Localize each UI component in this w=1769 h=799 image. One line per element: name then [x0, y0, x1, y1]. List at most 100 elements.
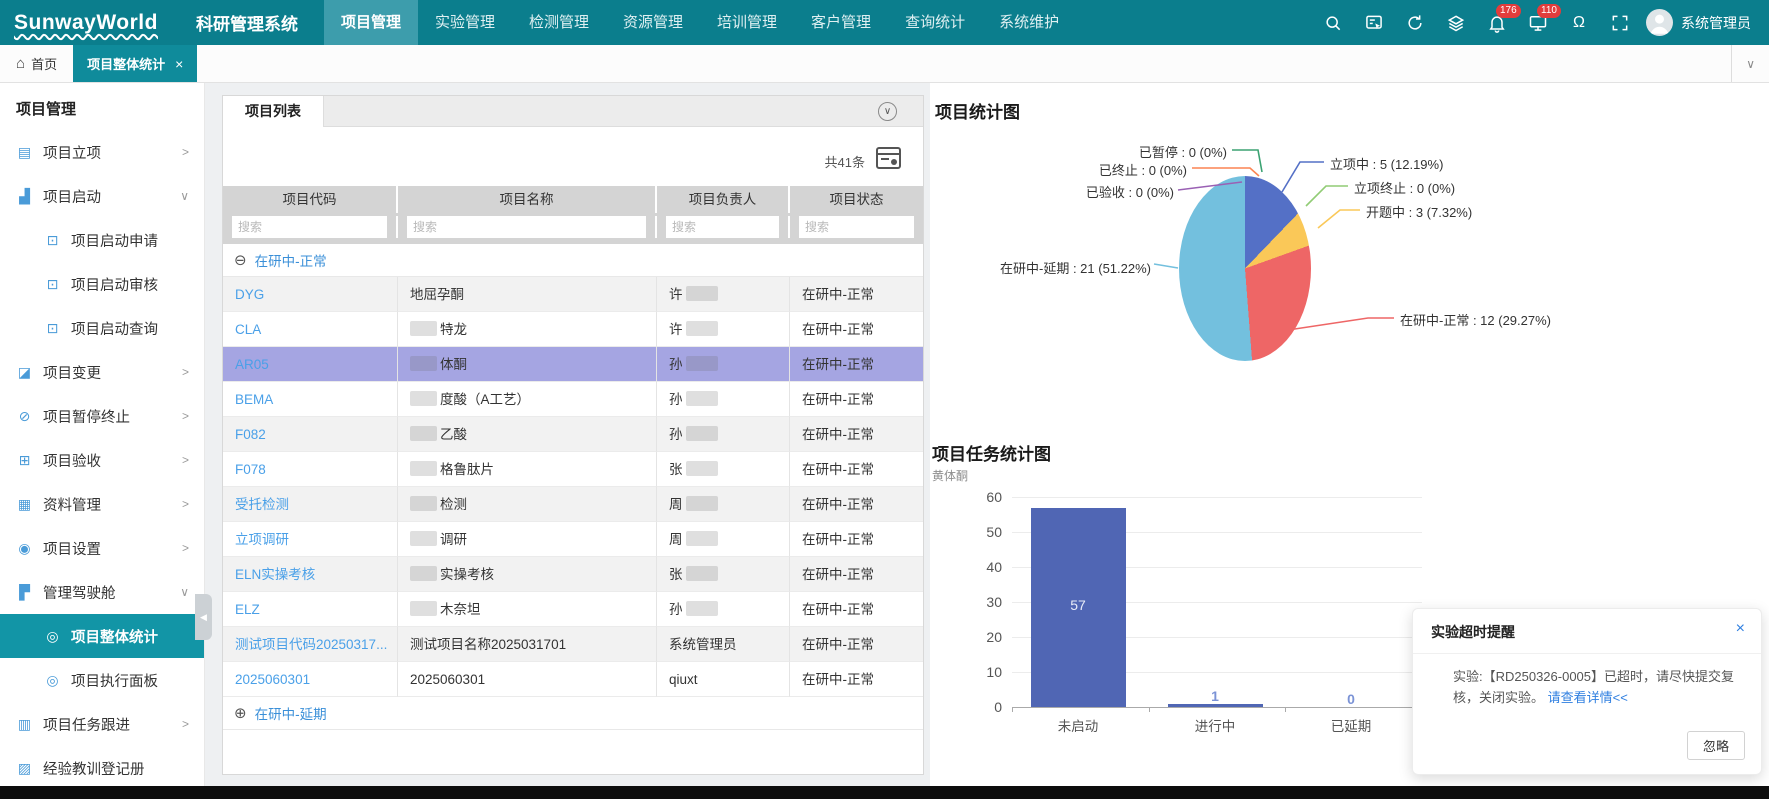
search-input-项目代码[interactable]: [232, 216, 387, 238]
project-owner: 系统管理员: [657, 627, 790, 662]
tab-close-icon[interactable]: ×: [175, 56, 183, 72]
bell-icon[interactable]: 176: [1487, 13, 1507, 33]
table-row-F078[interactable]: F078格鲁肽片张在研中-正常: [223, 452, 923, 487]
popup-close-icon[interactable]: ×: [1736, 620, 1745, 638]
bell-badge: 176: [1496, 4, 1521, 18]
table-row-受托检测[interactable]: 受托检测检测周在研中-正常: [223, 487, 923, 522]
sidebar-item-项目变更[interactable]: ◪项目变更>: [0, 350, 204, 394]
fullscreen-icon[interactable]: [1610, 13, 1630, 33]
project-code-link[interactable]: 测试项目代码20250317...: [223, 627, 398, 662]
search-input-项目状态[interactable]: [799, 216, 914, 238]
expand-group-icon[interactable]: ⊕: [234, 704, 247, 722]
sidebar-item-项目任务跟进[interactable]: ▥项目任务跟进>: [0, 702, 204, 746]
bar-chart-title: 项目任务统计图: [932, 440, 1051, 465]
sidebar-header: 项目管理: [0, 83, 204, 130]
nav-item-实验管理[interactable]: 实验管理: [418, 0, 512, 45]
nav-item-项目管理[interactable]: 项目管理: [324, 0, 418, 45]
sidebar-item-项目启动查询[interactable]: ⊡项目启动查询: [0, 306, 204, 350]
sidebar-collapse-handle[interactable]: ◀: [195, 594, 212, 640]
project-name: 度酸（A工艺）: [398, 382, 657, 417]
nav-item-客户管理[interactable]: 客户管理: [794, 0, 888, 45]
table-row-BEMA[interactable]: BEMA度酸（A工艺）孙在研中-正常: [223, 382, 923, 417]
table-row-DYG[interactable]: DYG地屈孕酮许在研中-正常: [223, 277, 923, 312]
project-table: 项目代码项目名称项目负责人项目状态 ⊖ 在研中-正常 DYG地屈孕酮许在研中-正…: [223, 186, 923, 730]
sidebar-item-经验教训登记册[interactable]: ▨经验教训登记册: [0, 746, 204, 786]
table-row-ELN实操考核[interactable]: ELN实操考核实操考核张在研中-正常: [223, 557, 923, 592]
monitor-icon[interactable]: 110: [1528, 13, 1548, 33]
table-row-2025060301[interactable]: 20250603012025060301qiuxt在研中-正常: [223, 662, 923, 697]
sidebar-item-项目设置[interactable]: ◉项目设置>: [0, 526, 204, 570]
collapse-group-icon[interactable]: ⊖: [234, 251, 247, 269]
nav-item-资源管理[interactable]: 资源管理: [606, 0, 700, 45]
user-box[interactable]: 系统管理员: [1646, 9, 1751, 36]
sidebar-item-项目启动[interactable]: ▟项目启动∨: [0, 174, 204, 218]
column-header-项目名称[interactable]: 项目名称: [398, 186, 657, 213]
redaction-block: [686, 356, 718, 371]
refresh-icon[interactable]: [1405, 13, 1425, 33]
project-code-link[interactable]: BEMA: [223, 382, 398, 417]
table-row-AR05[interactable]: AR05体酮孙在研中-正常: [223, 347, 923, 382]
column-header-项目状态[interactable]: 项目状态: [790, 186, 923, 213]
project-code-link[interactable]: AR05: [223, 347, 398, 382]
column-header-项目负责人[interactable]: 项目负责人: [657, 186, 790, 213]
nav-item-检测管理[interactable]: 检测管理: [512, 0, 606, 45]
project-code-link[interactable]: 受托检测: [223, 487, 398, 522]
home-icon: ⌂: [16, 55, 25, 72]
project-code-link[interactable]: F078: [223, 452, 398, 487]
project-code-link[interactable]: ELN实操考核: [223, 557, 398, 592]
table-row-ELZ[interactable]: ELZ木奈坦孙在研中-正常: [223, 592, 923, 627]
sidebar-item-项目验收[interactable]: ⊞项目验收>: [0, 438, 204, 482]
sidebar-item-项目整体统计[interactable]: ◎项目整体统计: [0, 614, 204, 658]
x-axis-label-进行中: 进行中: [1170, 715, 1260, 735]
table-row-测试项目代码20250317...[interactable]: 测试项目代码20250317...测试项目名称2025031701系统管理员在研…: [223, 627, 923, 662]
panel-tab-project-list[interactable]: 项目列表: [223, 96, 324, 127]
omega-icon[interactable]: Ω: [1569, 13, 1589, 33]
stat-icon: ◎: [44, 628, 61, 645]
form-icon[interactable]: [1364, 13, 1384, 33]
column-header-项目代码[interactable]: 项目代码: [223, 186, 398, 213]
top-bar: SunwayWorld 科研管理系统 项目管理实验管理检测管理资源管理培训管理客…: [0, 0, 1769, 45]
table-row-CLA[interactable]: CLA特龙许在研中-正常: [223, 312, 923, 347]
search-icon[interactable]: [1323, 13, 1343, 33]
nav-item-查询统计[interactable]: 查询统计: [888, 0, 982, 45]
sidebar-item-管理驾驶舱[interactable]: ▛管理驾驶舱∨: [0, 570, 204, 614]
project-code-link[interactable]: F082: [223, 417, 398, 452]
table-row-F082[interactable]: F082乙酸孙在研中-正常: [223, 417, 923, 452]
sidebar-item-项目立项[interactable]: ▤项目立项>: [0, 130, 204, 174]
ignore-button[interactable]: 忽略: [1687, 731, 1745, 760]
badge-icon: ⊡: [44, 276, 61, 293]
column-settings-icon[interactable]: [876, 147, 901, 169]
nav-item-系统维护[interactable]: 系统维护: [982, 0, 1076, 45]
tab-home[interactable]: ⌂ 首页: [0, 45, 73, 82]
chevron-right-icon: >: [182, 409, 189, 423]
project-name: 检测: [398, 487, 657, 522]
project-code-link[interactable]: DYG: [223, 277, 398, 312]
sidebar-item-资料管理[interactable]: ▦资料管理>: [0, 482, 204, 526]
sidebar-item-项目暂停终止[interactable]: ⊘项目暂停终止>: [0, 394, 204, 438]
panel-collapse-icon[interactable]: ∨: [878, 102, 897, 121]
bar-chart-plot: 5710: [1012, 497, 1422, 707]
project-code-link[interactable]: ELZ: [223, 592, 398, 627]
chevron-down-icon: ∨: [180, 585, 189, 599]
tab-list-chevron-down-icon[interactable]: ∨: [1731, 45, 1769, 82]
project-owner: qiuxt: [657, 662, 790, 697]
group-row-open[interactable]: ⊖ 在研中-正常: [223, 244, 923, 277]
project-code-link[interactable]: 立项调研: [223, 522, 398, 557]
sidebar-item-项目启动申请[interactable]: ⊡项目启动申请: [0, 218, 204, 262]
search-input-项目负责人[interactable]: [666, 216, 779, 238]
sidebar-item-项目启动审核[interactable]: ⊡项目启动审核: [0, 262, 204, 306]
avatar[interactable]: [1646, 9, 1673, 36]
table-row-立项调研[interactable]: 立项调研调研周在研中-正常: [223, 522, 923, 557]
project-name: 调研: [398, 522, 657, 557]
group-row-closed[interactable]: ⊕ 在研中-延期: [223, 697, 923, 730]
sidebar-item-项目执行面板[interactable]: ◎项目执行面板: [0, 658, 204, 702]
popup-detail-link[interactable]: 请查看详情<<: [1548, 690, 1628, 705]
tab-bar: ⌂ 首页 项目整体统计 × ∨: [0, 45, 1769, 83]
project-code-link[interactable]: 2025060301: [223, 662, 398, 697]
layers-icon[interactable]: [1446, 13, 1466, 33]
search-input-项目名称[interactable]: [407, 216, 646, 238]
project-code-link[interactable]: CLA: [223, 312, 398, 347]
nav-item-培训管理[interactable]: 培训管理: [700, 0, 794, 45]
pie-label-已暂停: 已暂停 : 0 (0%): [1105, 142, 1227, 161]
tab-project-overall-stats[interactable]: 项目整体统计 ×: [73, 45, 197, 82]
